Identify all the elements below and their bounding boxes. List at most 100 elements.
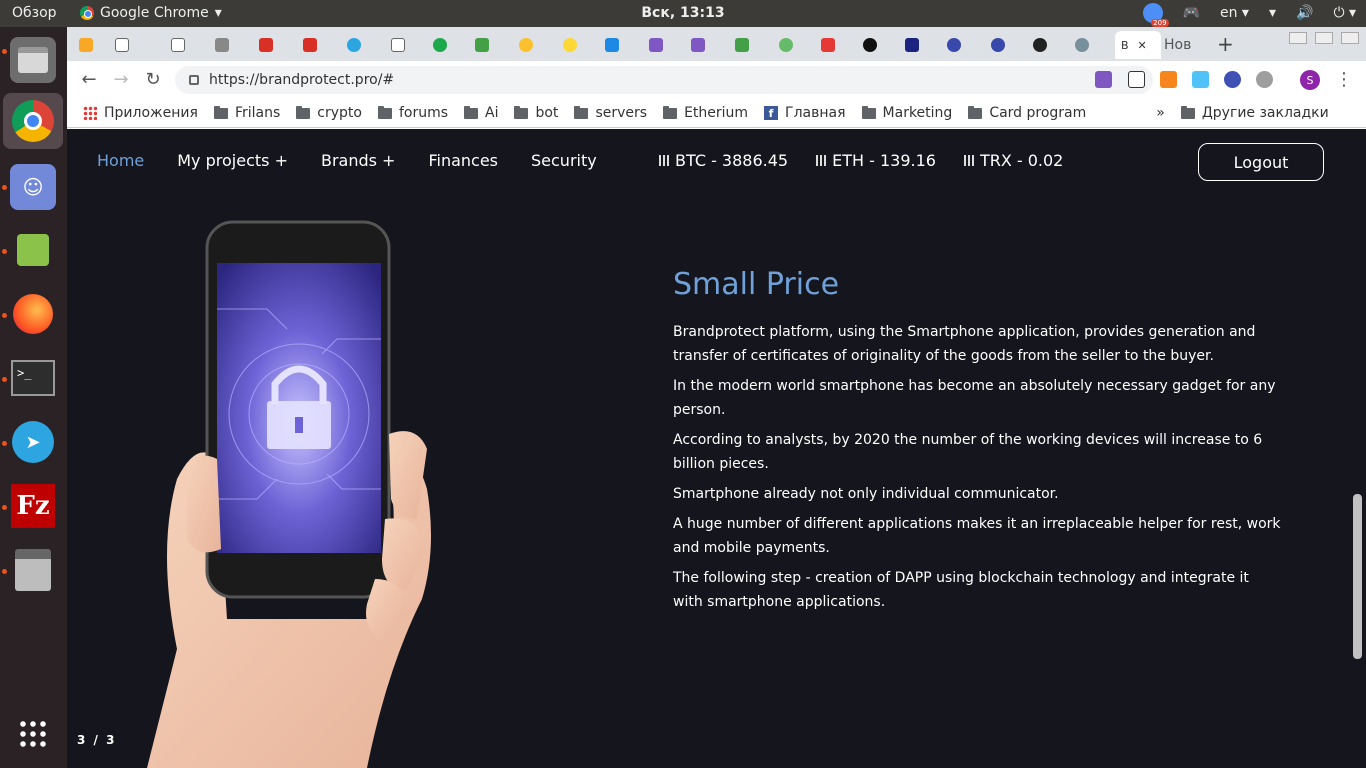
bookmark-label: Etherium [684, 105, 749, 121]
tab[interactable] [347, 31, 375, 59]
translate-extension-icon[interactable] [1095, 71, 1112, 88]
site-icon [735, 38, 749, 52]
reload-icon[interactable]: ↻ [141, 69, 165, 90]
running-indicator [2, 49, 7, 54]
bookmark-folder[interactable]: servers [574, 105, 647, 121]
volume-icon[interactable]: 🔊 [1296, 5, 1313, 21]
bookmark-folder[interactable]: Marketing [861, 105, 952, 121]
price-eth: ETH - 139.16 [816, 151, 936, 170]
tab[interactable] [605, 31, 633, 59]
back-arrow-icon[interactable]: ← [77, 69, 101, 90]
new-tab-button[interactable]: + [1217, 32, 1234, 56]
folder-icon [861, 105, 876, 119]
running-indicator [2, 313, 7, 318]
nav-brands[interactable]: Brands + [321, 151, 395, 170]
address-bar[interactable]: https://brandprotect.pro/# ⚲ ☆ [175, 66, 1153, 94]
tab[interactable] [991, 31, 1019, 59]
tab[interactable] [433, 31, 461, 59]
bookmark-label: Frilans [234, 105, 281, 121]
tab[interactable] [215, 31, 243, 59]
bookmark-folder[interactable]: Card program [968, 105, 1086, 121]
tab[interactable] [863, 31, 891, 59]
tab[interactable] [171, 31, 199, 59]
facebook-icon: f [764, 106, 779, 120]
menu-dots-icon[interactable]: ⋮ [1332, 69, 1356, 90]
nav-home[interactable]: Home [97, 151, 144, 170]
bar-chart-icon [659, 155, 670, 166]
bookmark-folder[interactable]: forums [377, 105, 448, 121]
extension-icon[interactable] [1224, 71, 1241, 88]
show-apps-icon[interactable] [10, 711, 56, 757]
tab[interactable] [1075, 31, 1103, 59]
tab[interactable] [303, 31, 331, 59]
minimize-button[interactable] [1289, 32, 1307, 44]
bookmark-folder[interactable]: Etherium [663, 105, 748, 121]
tab[interactable] [779, 31, 807, 59]
lt-extension-icon[interactable] [1128, 71, 1145, 88]
discord-icon[interactable]: ☺ [10, 164, 56, 210]
tab[interactable]: Нов [1164, 31, 1204, 59]
extension-icon[interactable] [1192, 71, 1209, 88]
tab[interactable] [1033, 31, 1061, 59]
folder-icon [296, 105, 311, 119]
ubuntu-dock: ☺ >_ ➤ Fz [0, 27, 67, 768]
paragraph: A huge number of different applications … [673, 516, 1281, 556]
tab[interactable] [735, 31, 763, 59]
firefox-icon[interactable] [10, 291, 56, 337]
bookmark-folder[interactable]: bot [514, 105, 558, 121]
close-icon[interactable]: ✕ [1138, 39, 1147, 52]
document-icon [171, 38, 185, 52]
system-monitor-icon[interactable] [10, 227, 56, 273]
tab[interactable] [259, 31, 287, 59]
logout-button[interactable]: Logout [1198, 143, 1324, 181]
forward-arrow-icon[interactable]: → [109, 69, 133, 90]
bookmark-folder[interactable]: Ai [464, 105, 498, 121]
app-menu[interactable]: Google Chrome ▾ [80, 5, 222, 21]
calculator-icon[interactable] [10, 547, 56, 593]
wifi-icon[interactable]: ▾ [1269, 5, 1276, 21]
more-bookmarks-icon[interactable]: » [1156, 105, 1165, 121]
metamask-icon[interactable] [1160, 71, 1177, 88]
nav-security[interactable]: Security [531, 151, 597, 170]
tab[interactable] [475, 31, 503, 59]
activities-button[interactable]: Обзор [12, 5, 57, 21]
tab[interactable] [821, 31, 849, 59]
tab[interactable] [563, 31, 591, 59]
maximize-button[interactable] [1315, 32, 1333, 44]
bookmark-apps[interactable]: Приложения [83, 105, 198, 121]
tab[interactable] [391, 31, 419, 59]
extension-icon[interactable] [1256, 71, 1273, 88]
active-tab[interactable]: B ✕ [1115, 31, 1161, 59]
terminal-icon[interactable]: >_ [10, 355, 56, 401]
tab[interactable] [947, 31, 975, 59]
nav-my-projects[interactable]: My projects + [177, 151, 288, 170]
discord-tray-icon[interactable]: 🎮 [1183, 5, 1200, 21]
bookmark-folder[interactable]: crypto [296, 105, 362, 121]
power-icon[interactable]: ⏻ ▾ [1333, 5, 1356, 21]
apps-icon [83, 106, 97, 120]
bookmark-folder[interactable]: Frilans [213, 105, 281, 121]
profile-avatar[interactable]: S [1300, 70, 1320, 90]
tab[interactable] [519, 31, 547, 59]
cross-icon [215, 38, 229, 52]
filezilla-icon[interactable]: Fz [10, 483, 56, 529]
nav-finances[interactable]: Finances [428, 151, 498, 170]
chrome-dock-icon[interactable] [3, 93, 63, 149]
tab[interactable] [79, 31, 107, 59]
clock[interactable]: Вск, 13:13 [641, 5, 724, 21]
telegram-icon[interactable]: ➤ [10, 419, 56, 465]
paragraph: Smartphone already not only individual c… [673, 486, 1059, 502]
tab[interactable] [115, 31, 143, 59]
files-icon[interactable] [10, 37, 56, 83]
notification-icon[interactable]: 209 [1142, 3, 1169, 27]
keyboard-layout[interactable]: en ▾ [1220, 5, 1249, 21]
close-window-button[interactable] [1341, 32, 1359, 44]
tab[interactable] [691, 31, 719, 59]
tab[interactable] [905, 31, 933, 59]
gmail-icon [303, 38, 317, 52]
page-scrollbar[interactable] [1353, 494, 1362, 659]
tab[interactable] [649, 31, 677, 59]
paragraph: In the modern world smartphone has becom… [673, 378, 1276, 418]
bookmark-other[interactable]: Другие закладки [1180, 105, 1329, 121]
bookmark-facebook[interactable]: f Главная [764, 105, 846, 121]
